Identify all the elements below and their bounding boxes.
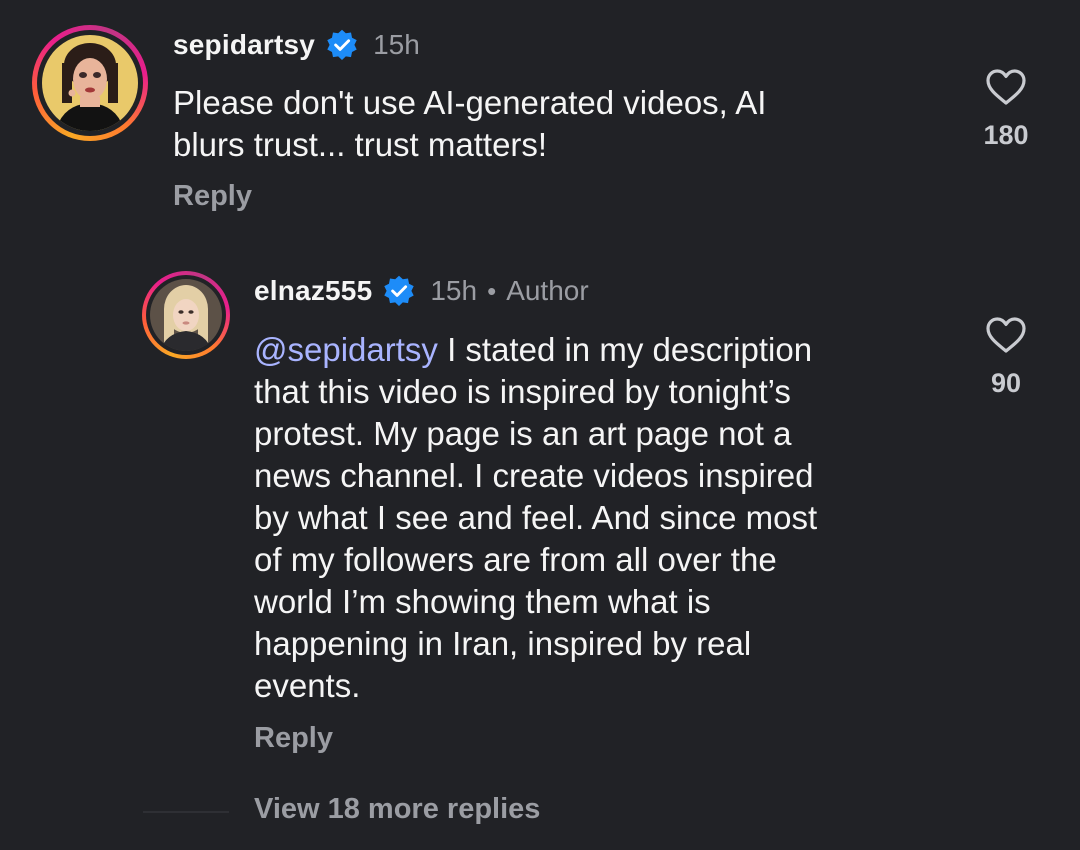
username[interactable]: sepidartsy — [173, 29, 315, 61]
like-count: 180 — [983, 120, 1029, 150]
view-more-replies-button[interactable]: View 18 more replies — [254, 793, 540, 826]
author-badge: Author — [506, 275, 589, 306]
avatar[interactable] — [150, 279, 222, 351]
heart-outline-icon[interactable] — [985, 316, 1027, 354]
view-more-divider — [143, 811, 229, 813]
separator-dot: • — [487, 275, 497, 306]
comment-header: elnaz555 15h • Author — [254, 274, 589, 308]
comment-text: Please don't use AI-generated videos, AI… — [173, 84, 767, 163]
username[interactable]: elnaz555 — [254, 275, 372, 307]
like-count: 90 — [990, 368, 1022, 398]
verified-badge-icon — [325, 28, 359, 62]
heart-outline-icon[interactable] — [985, 68, 1027, 106]
timestamp: 15h — [373, 29, 420, 60]
mention-link[interactable]: @sepidartsy — [254, 331, 438, 368]
like-group: 180 — [966, 68, 1046, 151]
comment-text: @sepidartsy I stated in my description t… — [254, 329, 954, 707]
like-group: 90 — [966, 316, 1046, 399]
comment-header: sepidartsy 15h — [173, 28, 420, 62]
avatar[interactable] — [42, 35, 138, 131]
reply-button[interactable]: Reply — [173, 180, 252, 213]
reply-button[interactable]: Reply — [254, 722, 333, 755]
verified-badge-icon — [382, 274, 416, 308]
timestamp: 15h — [430, 275, 478, 306]
comment-body: I stated in my description that this vid… — [254, 331, 818, 704]
